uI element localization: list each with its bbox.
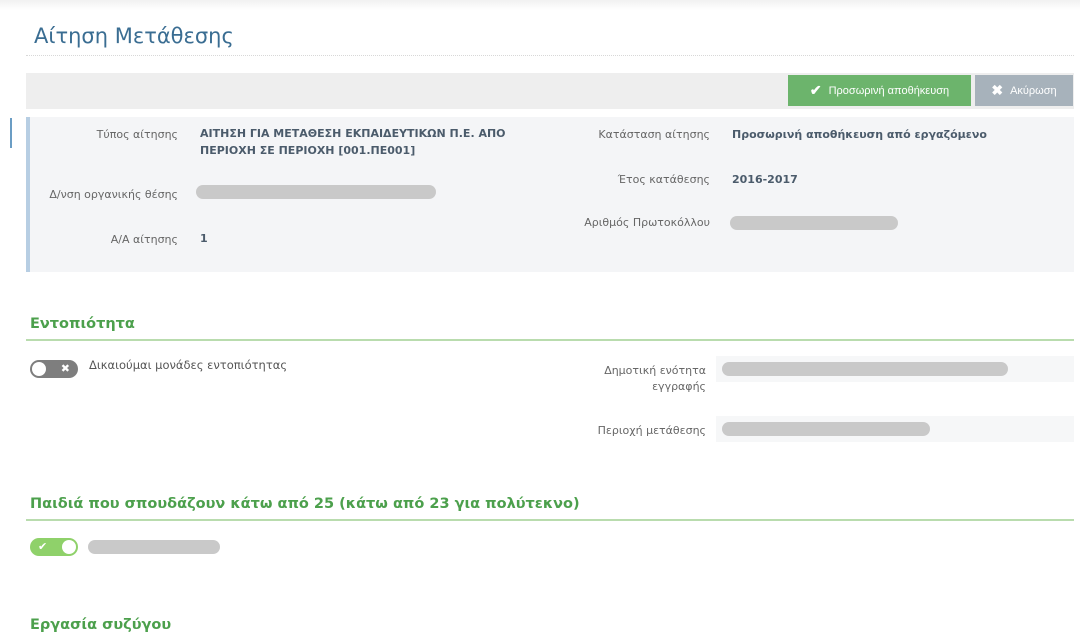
check-icon: ✔ <box>38 540 48 553</box>
children-section-divider <box>26 519 1074 521</box>
temporary-save-button[interactable]: ✔ Προσωρινή αποθήκευση <box>788 75 971 106</box>
transfer-area-value-redacted[interactable] <box>722 422 930 436</box>
org-position-value-redacted <box>196 185 436 199</box>
top-shadow <box>0 0 1080 10</box>
action-toolbar: ✔ Προσωρινή αποθήκευση ✖ Ακύρωση <box>26 73 1074 109</box>
submission-year-value: 2016-2017 <box>732 173 798 186</box>
submission-year-label: Έτος κατάθεσης <box>617 173 710 186</box>
transfer-area-label: Περιοχή μετάθεσης <box>597 424 706 437</box>
close-icon: ✖ <box>991 82 1004 98</box>
children-toggle-label-redacted <box>88 540 220 554</box>
spouse-work-section-title: Εργασία συζύγου <box>30 617 172 633</box>
application-type-value: ΑΙΤΗΣΗ ΓΙΑ ΜΕΤΑΘΕΣΗ ΕΚΠΑΙΔΕΥΤΙΚΩΝ Π.Ε. Α… <box>200 127 506 157</box>
locality-toggle[interactable]: ✖ <box>30 360 78 378</box>
save-button-label: Προσωρινή αποθήκευση <box>828 84 950 97</box>
cancel-button[interactable]: ✖ Ακύρωση <box>975 75 1073 106</box>
locality-section-title: Εντοπιότητα <box>30 316 135 332</box>
org-position-label: Δ/νση οργανικής θέσης <box>49 188 178 201</box>
check-icon: ✔ <box>809 82 822 98</box>
page-title: Αίτηση Μετάθεσης <box>34 24 234 48</box>
application-status-value: Προσωρινή αποθήκευση από εργαζόμενο <box>732 128 987 141</box>
locality-section-divider <box>26 339 1074 341</box>
toggle-knob <box>62 540 76 554</box>
protocol-number-value-redacted <box>730 216 898 230</box>
children-toggle[interactable]: ✔ <box>30 538 78 556</box>
protocol-number-label: Αριθμός Πρωτοκόλλου <box>584 216 710 229</box>
children-section-title: Παιδιά που σπουδάζουν κάτω από 25 (κάτω … <box>30 496 580 512</box>
toggle-knob <box>32 362 46 376</box>
application-info-panel: Τύπος αίτησης ΑΙΤΗΣΗ ΓΙΑ ΜΕΤΑΘΕΣΗ ΕΚΠΑΙΔ… <box>26 117 1074 272</box>
cancel-button-label: Ακύρωση <box>1010 84 1057 97</box>
title-divider <box>26 55 1074 56</box>
application-number-label: Α/Α αίτησης <box>110 233 178 246</box>
locality-toggle-label: Δικαιούμαι μονάδες εντοπιότητας <box>89 358 288 372</box>
application-status-label: Κατάσταση αίτησης <box>598 128 710 141</box>
application-number-value: 1 <box>200 232 208 245</box>
municipal-unit-label: Δημοτική ενότητα εγγραφής <box>604 364 706 393</box>
municipal-unit-value-redacted[interactable] <box>722 362 1008 376</box>
application-type-label: Τύπος αίτησης <box>96 128 178 141</box>
left-edge-accent <box>10 118 12 148</box>
close-icon: ✖ <box>60 362 70 375</box>
